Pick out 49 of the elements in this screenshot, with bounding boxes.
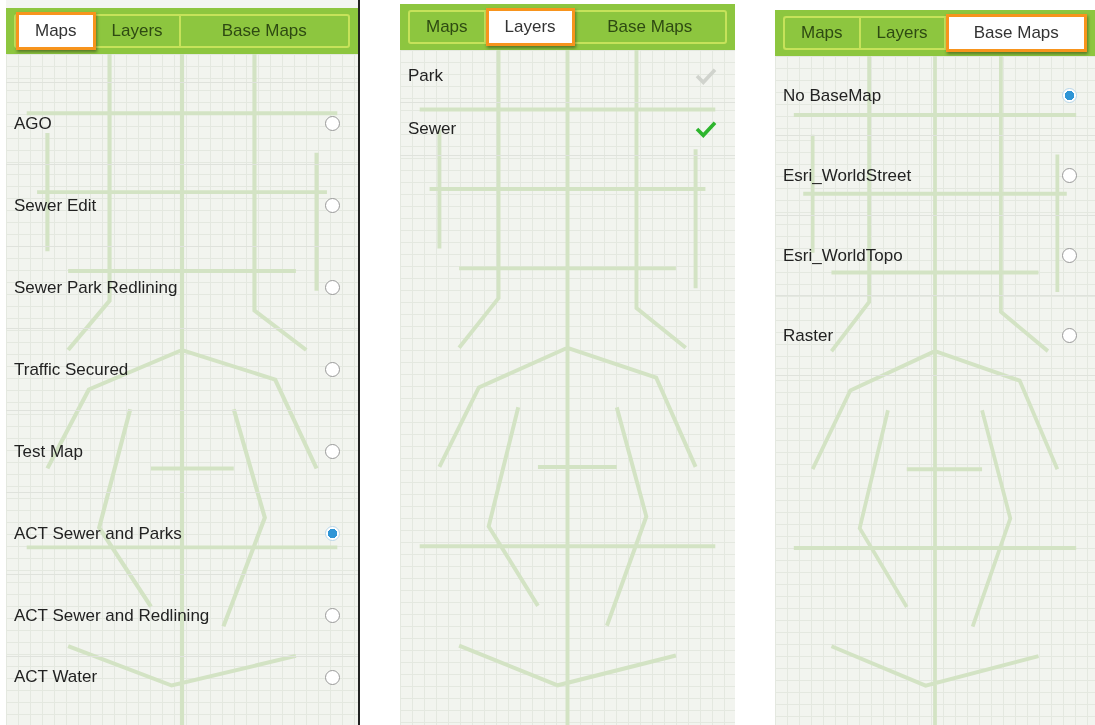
radio-button[interactable]	[1062, 168, 1077, 183]
item-label: Raster	[783, 325, 834, 346]
tab[interactable]: Base Maps	[945, 14, 1087, 52]
tab[interactable]: Layers	[485, 8, 575, 46]
radio-button[interactable]	[325, 362, 340, 377]
item-label: Traffic Secured	[14, 359, 129, 380]
list-item[interactable]: ACT Sewer and Redlining	[6, 575, 358, 657]
item-label: Esri_WorldStreet	[783, 165, 912, 186]
list-item[interactable]: Esri_WorldTopo	[775, 216, 1095, 296]
list-item[interactable]: ACT Sewer and Parks	[6, 493, 358, 575]
tab[interactable]: Base Maps	[574, 12, 725, 42]
item-label: Park	[408, 66, 443, 86]
list-item[interactable]: Park	[400, 50, 735, 103]
item-label: No BaseMap	[783, 85, 882, 106]
item-label: Test Map	[14, 441, 83, 462]
list-item[interactable]: AGO	[6, 83, 358, 165]
radio-button[interactable]	[1062, 88, 1077, 103]
list-item[interactable]: Test Map	[6, 411, 358, 493]
radio-button[interactable]	[1062, 328, 1077, 343]
checkmark-icon[interactable]	[695, 67, 717, 85]
item-label: ACT Water	[14, 667, 98, 687]
radio-button[interactable]	[325, 116, 340, 131]
item-label: AGO	[14, 113, 52, 134]
list-item[interactable]: Traffic Secured	[6, 329, 358, 411]
item-label: Sewer	[408, 119, 457, 139]
radio-button[interactable]	[325, 444, 340, 459]
radio-button[interactable]	[325, 198, 340, 213]
list-item[interactable]: Raster	[775, 296, 1095, 376]
item-label: Sewer Edit	[14, 195, 97, 216]
radio-button[interactable]	[1062, 248, 1077, 263]
radio-button[interactable]	[325, 608, 340, 623]
item-label: ACT Sewer and Parks	[14, 523, 182, 544]
list-item[interactable]: Sewer Edit	[6, 165, 358, 247]
tab[interactable]: Base Maps	[180, 16, 348, 46]
radio-button[interactable]	[325, 526, 340, 541]
list-item[interactable]: No BaseMap	[775, 56, 1095, 136]
radio-button[interactable]	[325, 669, 340, 685]
tab[interactable]: Maps	[16, 12, 96, 50]
checkmark-icon[interactable]	[695, 120, 717, 138]
list-item[interactable]: Sewer Park Redlining	[6, 247, 358, 329]
item-label: ACT Sewer and Redlining	[14, 605, 210, 626]
list-item[interactable]: ACT Water	[6, 657, 358, 697]
list-item[interactable]: Esri_WorldStreet	[775, 136, 1095, 216]
tab[interactable]: Layers	[95, 16, 181, 46]
item-label: Esri_WorldTopo	[783, 245, 903, 266]
list-item[interactable]: Sewer	[400, 103, 735, 156]
tab[interactable]: Maps	[785, 18, 861, 48]
radio-button[interactable]	[325, 280, 340, 295]
item-label: Sewer Park Redlining	[14, 277, 178, 298]
